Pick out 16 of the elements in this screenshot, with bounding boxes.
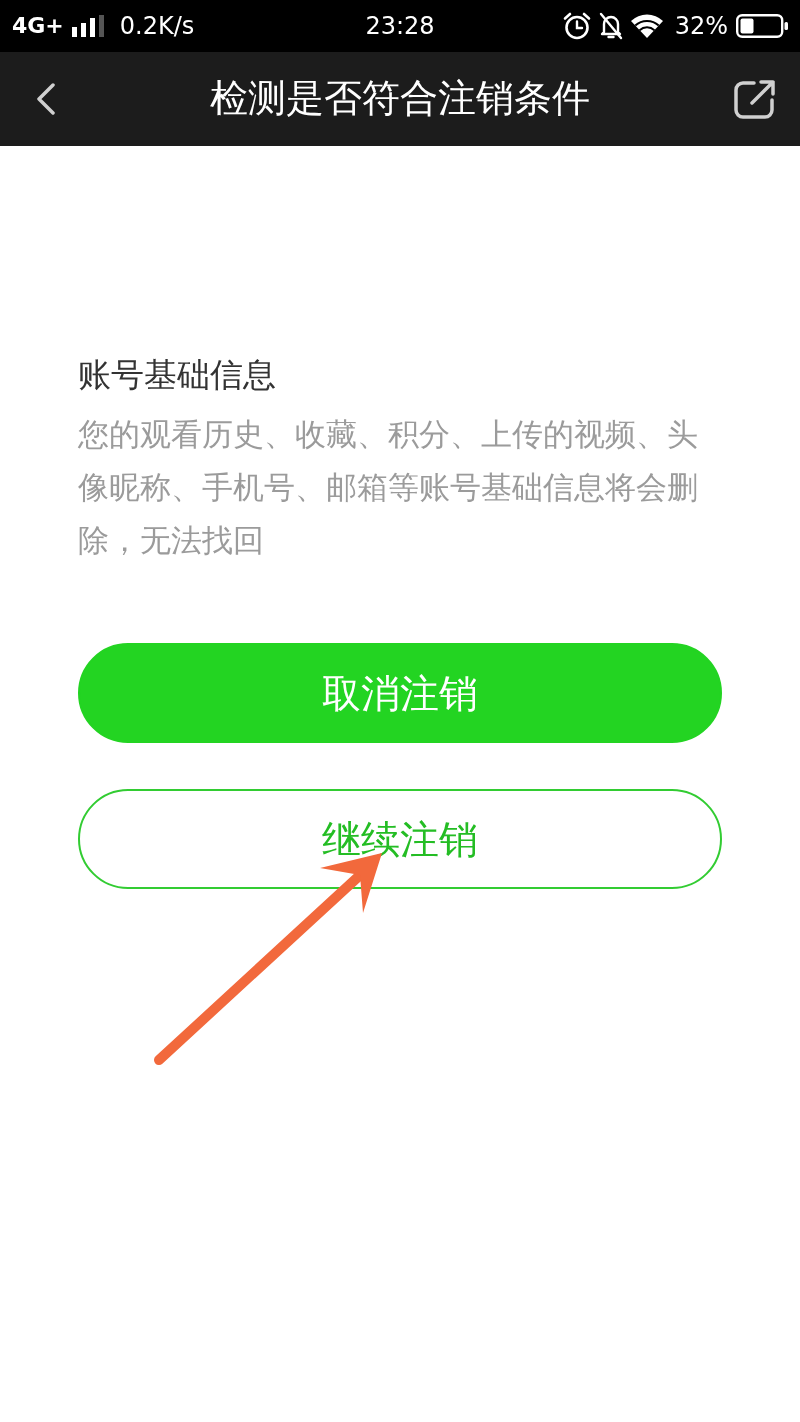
battery-icon <box>736 14 788 38</box>
network-speed: 0.2K/s <box>119 14 195 38</box>
wifi-icon <box>630 14 663 38</box>
page-title: 检测是否符合注销条件 <box>210 76 590 122</box>
section-description: 您的观看历史、收藏、积分、上传的视频、头像昵称、手机号、邮箱等账号基础信息将会删除，无法找回 <box>78 415 699 560</box>
alarm-clock-icon <box>562 12 591 40</box>
bell-off-icon <box>598 12 623 40</box>
continue-button[interactable]: 继续注销 <box>78 789 722 889</box>
clock-time: 23:28 <box>365 14 435 38</box>
section-heading: 账号基础信息 <box>78 354 277 396</box>
signal-icon <box>71 15 104 37</box>
back-icon[interactable] <box>36 83 56 115</box>
share-icon[interactable] <box>734 79 776 119</box>
network-type: 4G+ <box>12 15 64 37</box>
battery-percent: 32% <box>674 14 728 38</box>
cancel-button[interactable]: 取消注销 <box>78 643 722 743</box>
